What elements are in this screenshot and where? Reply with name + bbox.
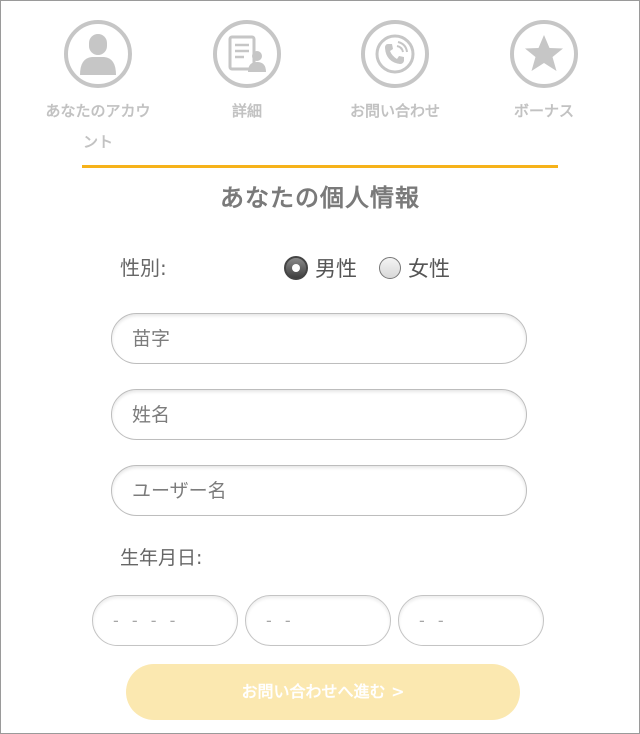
step-label: 詳細	[231, 102, 262, 120]
phone-icon	[361, 20, 429, 88]
step-bonus[interactable]: ボーナス	[469, 20, 619, 127]
dob-year-input[interactable]	[92, 595, 238, 646]
gender-female-radio[interactable]: 女性	[379, 253, 450, 283]
gender-female-label: 女性	[408, 257, 450, 281]
gender-male-radio[interactable]: 男性	[284, 253, 357, 283]
proceed-to-contact-button[interactable]: お問い合わせへ進む >	[126, 664, 520, 720]
gender-label: 性別:	[120, 256, 167, 280]
step-details[interactable]: 詳細	[172, 20, 322, 127]
first-name-input[interactable]	[111, 389, 527, 440]
dob-day-input[interactable]	[398, 595, 544, 646]
radio-unchecked-icon[interactable]	[379, 257, 401, 279]
star-icon	[510, 20, 578, 88]
progress-line	[82, 165, 558, 168]
dob-label: 生年月日:	[120, 547, 203, 569]
step-indicator: あなたのアカウント 詳細 お問い合わせ ボーナス	[0, 0, 640, 170]
step-label: お問い合わせ	[349, 102, 440, 120]
step-account[interactable]: あなたのアカウント	[23, 20, 173, 158]
radio-checked-icon[interactable]	[284, 256, 308, 280]
gender-male-label: 男性	[315, 257, 357, 281]
gender-radio-group: 男性 女性	[284, 253, 472, 283]
dob-month-input[interactable]	[245, 595, 391, 646]
step-contact[interactable]: お問い合わせ	[320, 20, 470, 127]
last-name-input[interactable]	[111, 313, 527, 364]
step-label: ボーナス	[513, 102, 574, 120]
username-input[interactable]	[111, 465, 527, 516]
form-title: あなたの個人情報	[220, 184, 420, 212]
step-label: あなたのアカウント	[45, 102, 151, 151]
document-user-icon	[213, 20, 281, 88]
user-icon	[64, 20, 132, 88]
